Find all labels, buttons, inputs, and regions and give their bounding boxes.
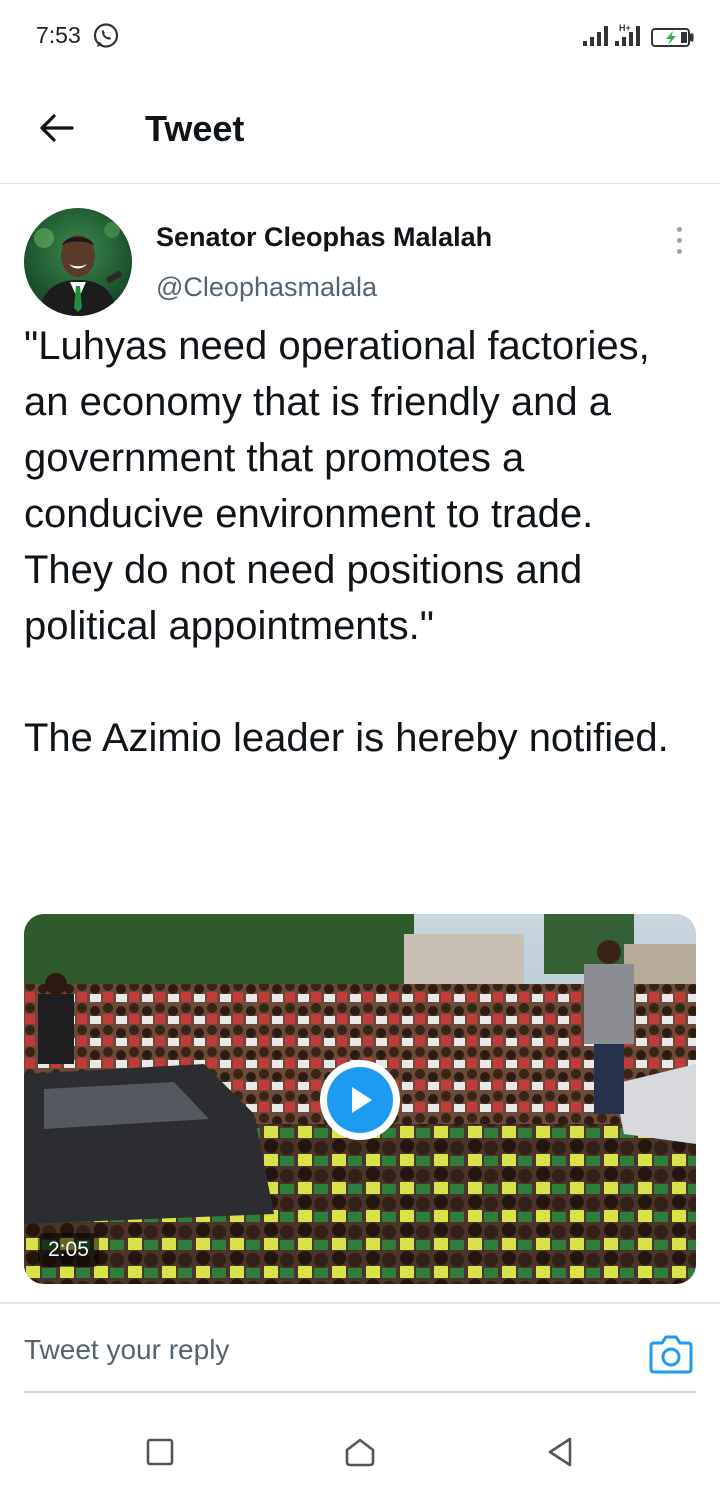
camera-button[interactable] xyxy=(648,1331,694,1377)
more-options-button[interactable] xyxy=(664,224,694,258)
home-icon xyxy=(345,1438,375,1467)
tweet-header: Tweet xyxy=(0,72,720,184)
recents-button[interactable] xyxy=(138,1430,182,1474)
battery-charging-icon xyxy=(651,28,694,47)
play-button[interactable] xyxy=(320,1060,400,1140)
signal-icon xyxy=(583,26,608,46)
more-vertical-icon xyxy=(664,227,694,254)
video-duration: 2:05 xyxy=(38,1233,99,1267)
divider xyxy=(24,1391,696,1393)
camera-icon xyxy=(649,1335,693,1374)
whatsapp-icon xyxy=(93,23,119,48)
tweet-text: "Luhyas need operational factories, an e… xyxy=(24,324,669,760)
tweet-video[interactable]: 2:05 xyxy=(24,914,696,1284)
home-button[interactable] xyxy=(338,1430,382,1474)
avatar-image xyxy=(24,208,132,316)
status-time: 7:53 xyxy=(36,22,81,48)
author-name[interactable]: Senator Cleophas Malalah xyxy=(156,222,492,253)
reply-input[interactable]: Tweet your reply xyxy=(24,1334,624,1366)
signal-h-plus-icon: H+ xyxy=(615,23,640,46)
square-icon xyxy=(146,1438,174,1466)
triangle-back-icon xyxy=(548,1437,572,1467)
divider xyxy=(0,1302,720,1304)
arrow-left-icon xyxy=(40,114,74,142)
play-icon xyxy=(327,1067,393,1133)
author-avatar[interactable] xyxy=(24,208,132,316)
svg-text:H+: H+ xyxy=(619,23,631,33)
nav-back-button[interactable] xyxy=(538,1430,582,1474)
author-handle[interactable]: @Cleophasmalala xyxy=(156,272,377,303)
back-button[interactable] xyxy=(28,100,84,156)
page-title: Tweet xyxy=(145,108,245,149)
status-bar: 7:53 H+ xyxy=(0,0,720,72)
